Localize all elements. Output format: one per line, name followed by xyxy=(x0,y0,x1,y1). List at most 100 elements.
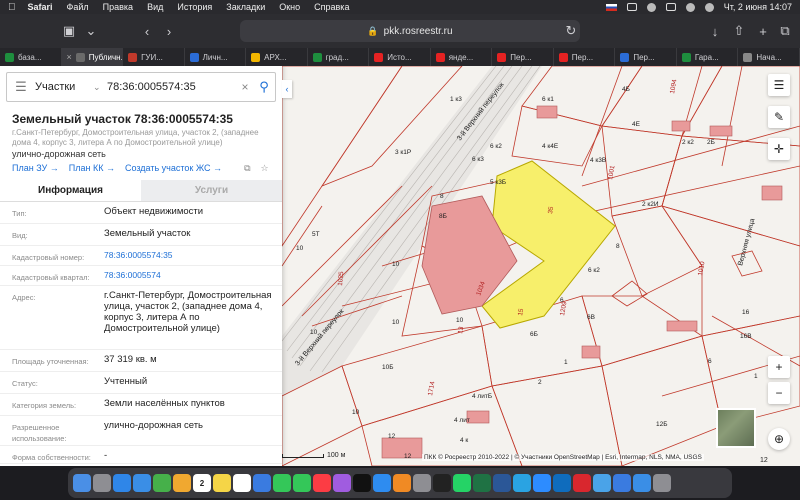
word-app-icon[interactable] xyxy=(493,474,511,492)
menu-help[interactable]: Справка xyxy=(314,2,349,12)
create-plot-link[interactable]: Создать участок ЖС → xyxy=(125,163,222,174)
tab-info[interactable]: Информация xyxy=(0,180,141,201)
mail-app-icon[interactable] xyxy=(133,474,151,492)
search-icon[interactable] xyxy=(685,2,695,12)
trash-app-icon[interactable] xyxy=(653,474,671,492)
new-tab-icon[interactable]: + xyxy=(752,24,774,39)
forward-icon[interactable]: › xyxy=(158,24,180,39)
acrobat-app-icon[interactable] xyxy=(573,474,591,492)
share-icon[interactable]: ⇧ xyxy=(728,23,750,39)
menu-view[interactable]: Вид xyxy=(147,2,163,12)
zoom-app-icon[interactable] xyxy=(533,474,551,492)
address-bar[interactable]: 🔒 pkk.rosreestr.ru xyxy=(240,20,580,42)
mail2-app-icon[interactable] xyxy=(633,474,651,492)
appstore-app-icon[interactable] xyxy=(373,474,391,492)
browser-tab[interactable]: АРХ... xyxy=(246,48,308,66)
menu-window[interactable]: Окно xyxy=(279,2,300,12)
photos-app-icon[interactable] xyxy=(173,474,191,492)
menu-app-name[interactable]: Safari xyxy=(28,2,53,12)
cadastral-map[interactable]: 1 к3 6 к1 3 к1Р 4 к4Е 6 к3 6 к2 4 к3В 4Б 4Е 2… xyxy=(282,66,800,466)
clock[interactable]: Чт, 2 июня 14:07 xyxy=(724,2,792,12)
browser-tab[interactable]: Пер... xyxy=(492,48,554,66)
messages-app-icon[interactable] xyxy=(273,474,291,492)
info-value: Земли населённых пунктов xyxy=(104,398,225,409)
close-icon[interactable]: × xyxy=(67,52,72,62)
battery-icon[interactable] xyxy=(665,3,676,11)
preview-app-icon[interactable] xyxy=(593,474,611,492)
menu-file[interactable]: Файл xyxy=(67,2,89,12)
facetime-app-icon[interactable] xyxy=(293,474,311,492)
browser-tab[interactable]: база... xyxy=(0,48,62,66)
browser-tab[interactable]: янде... xyxy=(431,48,493,66)
browser-tab[interactable]: град... xyxy=(308,48,370,66)
whatsapp-app-icon[interactable] xyxy=(453,474,471,492)
excel-app-icon[interactable] xyxy=(473,474,491,492)
bluetooth-app-icon[interactable] xyxy=(613,474,631,492)
ruler-icon[interactable]: ✎ xyxy=(768,106,790,128)
input-language-flag-icon[interactable] xyxy=(605,3,617,11)
wifi-icon[interactable] xyxy=(646,2,656,12)
reload-icon[interactable]: ↻ xyxy=(560,23,582,39)
svg-text:5Т: 5Т xyxy=(312,231,320,238)
outlook-app-icon[interactable] xyxy=(553,474,571,492)
zoom-out-button[interactable]: − xyxy=(768,382,790,404)
search-icon[interactable]: ⚲ xyxy=(253,79,275,95)
tg-app-icon[interactable] xyxy=(513,474,531,492)
compass-icon[interactable]: ⊕ xyxy=(768,428,790,450)
chevron-down-icon[interactable]: ⌄ xyxy=(80,23,102,39)
download-icon[interactable]: ↓ xyxy=(704,24,726,39)
info-value-link[interactable]: 78:36:0005574 xyxy=(104,270,274,281)
search-input[interactable]: 78:36:0005574:35 xyxy=(107,81,237,93)
files-app-icon[interactable] xyxy=(253,474,271,492)
search-category[interactable]: Участки xyxy=(35,81,93,93)
menu-bookmarks[interactable]: Закладки xyxy=(226,2,265,12)
browser-tab[interactable]: Нача... xyxy=(738,48,800,66)
menu-edit[interactable]: Правка xyxy=(103,2,133,12)
terminal-app-icon[interactable] xyxy=(433,474,451,492)
layers-icon[interactable]: ☰ xyxy=(768,74,790,96)
sidebar-icon[interactable]: ▣ xyxy=(58,23,80,39)
collapse-panel-icon[interactable]: ‹ xyxy=(282,80,292,98)
star-icon[interactable]: ☆ xyxy=(261,163,269,174)
tab-services[interactable]: Услуги xyxy=(141,180,282,201)
plan-kk-link[interactable]: План КК → xyxy=(69,163,115,174)
tv-app-icon[interactable] xyxy=(353,474,371,492)
locate-icon[interactable]: ✛ xyxy=(768,138,790,160)
browser-tab[interactable]: Личн... xyxy=(185,48,247,66)
browser-tab[interactable]: Гара... xyxy=(677,48,739,66)
map-canvas[interactable]: 1 к3 6 к1 3 к1Р 4 к4Е 6 к3 6 к2 4 к3В 4Б 4Е 2… xyxy=(282,66,800,466)
back-icon[interactable]: ‹ xyxy=(136,24,158,39)
podcasts-app-icon[interactable] xyxy=(333,474,351,492)
launchpad-app-icon[interactable] xyxy=(93,474,111,492)
svg-text:2: 2 xyxy=(538,379,542,386)
maps-app-icon[interactable] xyxy=(153,474,171,492)
music-app-icon[interactable] xyxy=(313,474,331,492)
zoom-in-button[interactable]: + xyxy=(768,356,790,378)
plan-zu-link[interactable]: План ЗУ → xyxy=(12,163,59,174)
notes-app-icon[interactable] xyxy=(213,474,231,492)
browser-tab[interactable]: Пер... xyxy=(615,48,677,66)
browser-tab[interactable]: × Публичн... xyxy=(61,48,124,66)
copy-icon[interactable]: ⧉ xyxy=(244,163,250,174)
browser-tab[interactable]: Пер... xyxy=(554,48,616,66)
menu-history[interactable]: История xyxy=(177,2,212,12)
calendar-app-icon[interactable]: 2 xyxy=(193,474,211,492)
basemap-switcher[interactable] xyxy=(716,408,756,448)
reminders-app-icon[interactable] xyxy=(233,474,251,492)
clear-icon[interactable]: × xyxy=(237,80,253,94)
search-box[interactable]: ☰ Участки ⌄ 78:36:0005574:35 × ⚲ xyxy=(6,72,276,102)
prefs-app-icon[interactable] xyxy=(413,474,431,492)
control-center-icon[interactable] xyxy=(704,2,714,12)
books-app-icon[interactable] xyxy=(393,474,411,492)
scale-bar: 100 м xyxy=(282,452,345,459)
menu-icon[interactable]: ☰ xyxy=(7,79,35,95)
browser-tab[interactable]: Исто... xyxy=(369,48,431,66)
tab-overview-icon[interactable]: ⧉ xyxy=(774,23,796,39)
apple-menu-icon[interactable]:  xyxy=(8,2,16,13)
info-value-link[interactable]: 78:36:0005574:35 xyxy=(104,250,274,261)
display-icon[interactable] xyxy=(626,3,637,11)
safari-app-icon[interactable] xyxy=(113,474,131,492)
finder-app-icon[interactable] xyxy=(73,474,91,492)
browser-tab[interactable]: ГУИ... xyxy=(123,48,185,66)
chevron-down-icon[interactable]: ⌄ xyxy=(93,82,107,93)
